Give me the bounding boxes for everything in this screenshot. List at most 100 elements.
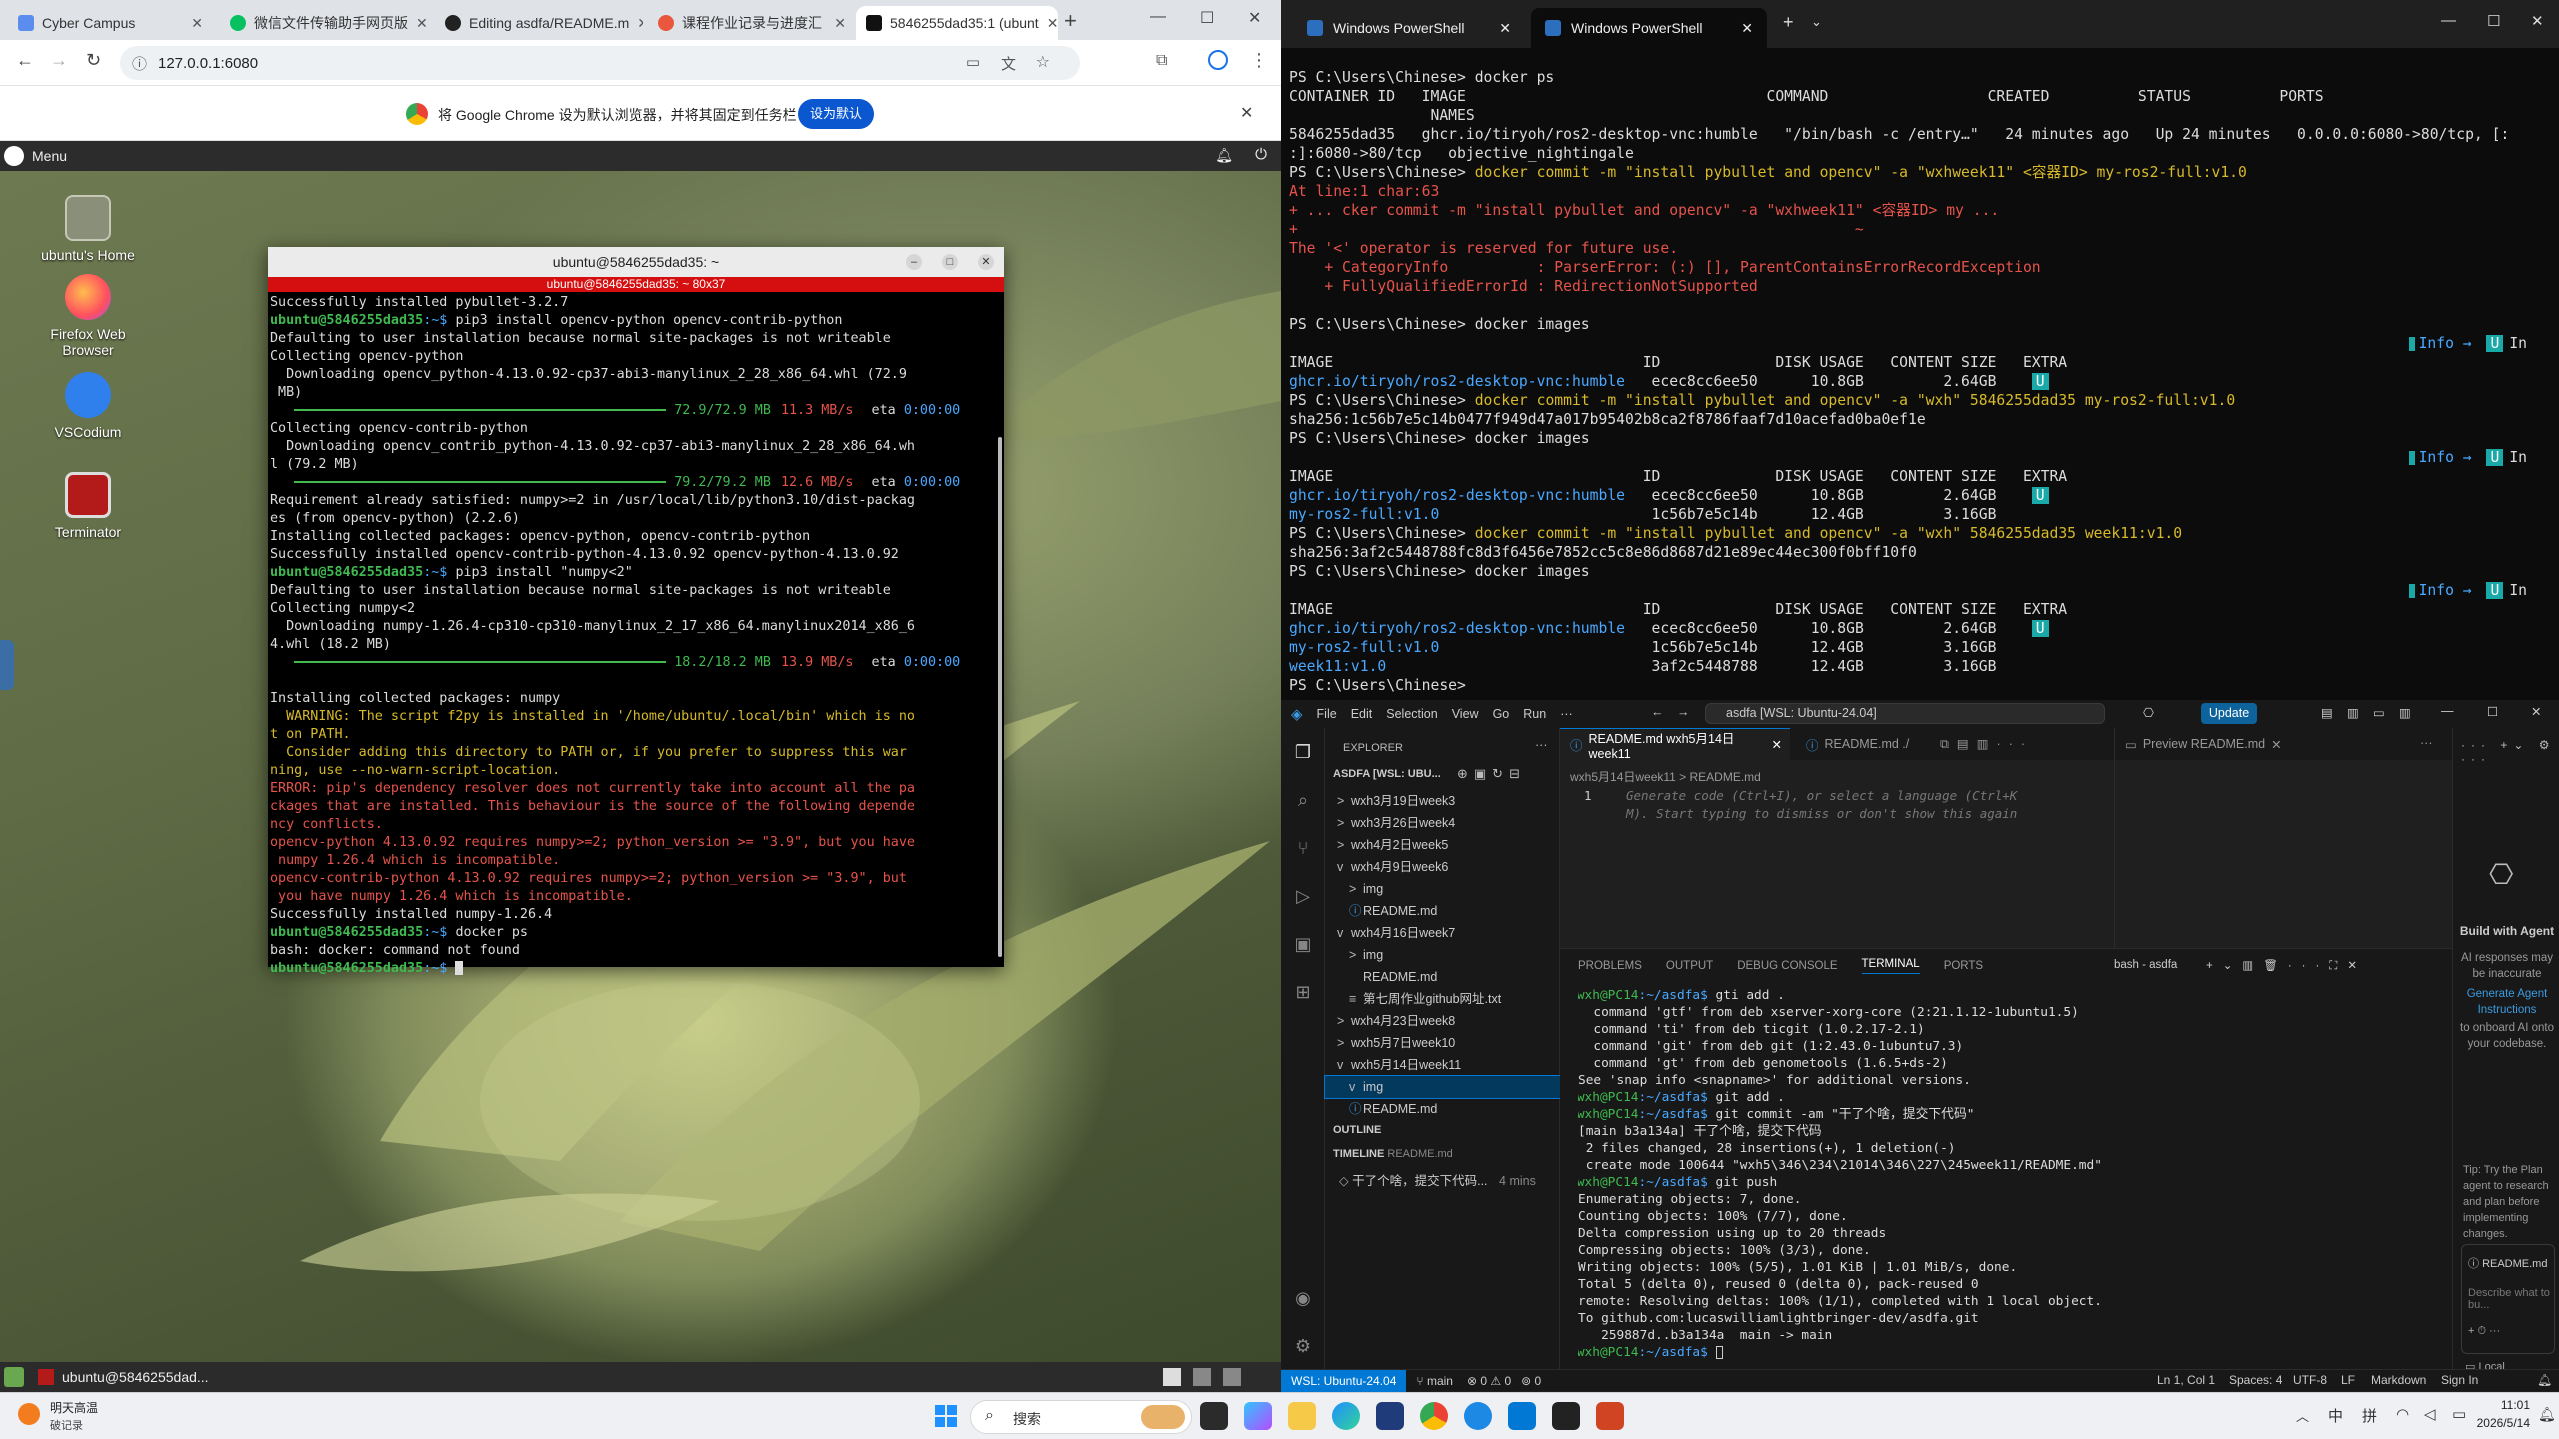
- menu-more[interactable]: ···: [1560, 707, 1573, 721]
- close-icon[interactable]: ✕: [637, 15, 643, 32]
- tab-output[interactable]: OUTPUT: [1666, 960, 1713, 972]
- close-icon[interactable]: ✕: [1741, 20, 1753, 37]
- browser-tab[interactable]: Cyber Campus ✕: [8, 6, 213, 40]
- terminal-output[interactable]: Successfully installed pybullet-3.2.7 ubu…: [268, 292, 1004, 980]
- chat-input-box[interactable]: ⓘ README.md Describe what to bu... + ⏱ ·…: [2461, 1244, 2555, 1354]
- set-default-button[interactable]: 设为默认: [798, 99, 874, 129]
- extensions-icon[interactable]: ⊞: [1292, 982, 1314, 1004]
- tab-ports[interactable]: PORTS: [1944, 960, 1983, 972]
- close-icon[interactable]: ✕: [834, 15, 846, 32]
- chrome-icon[interactable]: [1420, 1402, 1448, 1430]
- menu-file[interactable]: File: [1317, 707, 1337, 721]
- browser-tab-active[interactable]: 5846255dad35:1 (ubunt ✕: [856, 6, 1058, 40]
- close-window-button[interactable]: ✕: [2531, 704, 2541, 719]
- branch-indicator[interactable]: ⑂ main: [1416, 1374, 1453, 1388]
- settings-gear-icon[interactable]: ⚙: [1292, 1336, 1314, 1358]
- workspace-icon[interactable]: [1163, 1368, 1181, 1386]
- tab-search-icon[interactable]: ⧉: [1156, 52, 1167, 70]
- back-icon[interactable]: ←: [16, 50, 34, 71]
- powershell-tab-active[interactable]: Windows PowerShell ✕: [1531, 8, 1767, 48]
- ports-indicator[interactable]: ⊚ 0: [1521, 1374, 1541, 1388]
- file-tree-item[interactable]: ⓘREADME.md: [1325, 1098, 1560, 1120]
- taskbar-window-item[interactable]: ubuntu@5846255dad...: [62, 1369, 209, 1385]
- edge-icon[interactable]: [1332, 1402, 1360, 1430]
- menu-selection[interactable]: Selection: [1386, 707, 1437, 721]
- more-actions-icon[interactable]: ···: [1535, 738, 1548, 752]
- file-tree-item[interactable]: > wxh3月19日week3: [1325, 790, 1560, 812]
- file-explorer-icon[interactable]: [1288, 1402, 1316, 1430]
- close-window-button[interactable]: ✕: [2531, 12, 2544, 30]
- store-icon[interactable]: [1376, 1402, 1404, 1430]
- close-icon[interactable]: ✕: [1499, 20, 1511, 37]
- language-mode[interactable]: Markdown: [2371, 1373, 2426, 1387]
- powerpoint-icon[interactable]: [1596, 1402, 1624, 1430]
- timeline-entry[interactable]: ◇ 干了个啥，提交下代码... 4 mins: [1339, 1170, 1559, 1189]
- menu-view[interactable]: View: [1452, 707, 1479, 721]
- file-tree-item[interactable]: > wxh4月2日week5: [1325, 834, 1560, 856]
- timeline-section[interactable]: TIMELINE README.md: [1333, 1148, 1453, 1160]
- sign-in[interactable]: Sign In: [2441, 1373, 2478, 1387]
- desktop-icon-home[interactable]: ubuntu's Home: [28, 195, 148, 263]
- file-tree-item[interactable]: ≡ 第七周作业github网址.txt: [1325, 988, 1560, 1010]
- close-icon[interactable]: ✕: [416, 15, 428, 32]
- volume-icon[interactable]: ◁: [2424, 1405, 2436, 1423]
- file-tree-item[interactable]: > wxh5月7日week10: [1325, 1032, 1560, 1054]
- task-view-icon[interactable]: [1200, 1402, 1228, 1430]
- minimize-button[interactable]: —: [2441, 704, 2454, 718]
- powershell-tab[interactable]: Windows PowerShell ✕: [1293, 8, 1525, 48]
- maximize-button[interactable]: ☐: [2487, 704, 2498, 719]
- tab-problems[interactable]: PROBLEMS: [1578, 960, 1642, 972]
- close-window-button[interactable]: ✕: [978, 254, 994, 270]
- chat-input[interactable]: Describe what to bu...: [2468, 1287, 2554, 1311]
- file-tree-item[interactable]: > wxh3月26日week4: [1325, 812, 1560, 834]
- menu-button[interactable]: Menu: [32, 148, 67, 164]
- outline-section[interactable]: OUTLINE: [1333, 1124, 1381, 1136]
- desktop-menu-icon[interactable]: [4, 1367, 24, 1387]
- editor-tab-active[interactable]: ⓘ README.md wxh5月14日week11 ✕: [1560, 728, 1790, 761]
- account-icon[interactable]: ◉: [1292, 1288, 1314, 1310]
- desktop-icon-terminator[interactable]: Terminator: [28, 472, 148, 540]
- install-icon[interactable]: ▭: [966, 53, 980, 71]
- menu-edit[interactable]: Edit: [1351, 707, 1373, 721]
- maximize-button[interactable]: □: [942, 254, 958, 270]
- close-window-button[interactable]: ✕: [1248, 8, 1261, 28]
- sidebar-toggle-icon[interactable]: ▥: [2347, 705, 2359, 720]
- bell-icon[interactable]: 🔔︎: [1215, 147, 1233, 164]
- menu-icon[interactable]: [4, 146, 24, 166]
- weather-icon[interactable]: [18, 1403, 40, 1425]
- minimize-button[interactable]: —: [2441, 12, 2456, 29]
- terminal-icon[interactable]: [1552, 1402, 1580, 1430]
- reload-icon[interactable]: ↻: [86, 50, 101, 71]
- scrollbar[interactable]: [998, 437, 1002, 957]
- remote-indicator[interactable]: WSL: Ubuntu-24.04: [1281, 1369, 1407, 1392]
- vnc-sidebar-handle[interactable]: [0, 640, 14, 690]
- more-menu-icon[interactable]: ⋮: [1250, 50, 1268, 71]
- minimize-button[interactable]: –: [906, 254, 922, 270]
- bookmark-star-icon[interactable]: ☆: [1036, 52, 1050, 72]
- browser-tab[interactable]: 课程作业记录与进度汇 ✕: [648, 6, 856, 40]
- forward-icon[interactable]: →: [1677, 705, 1690, 719]
- chevron-down-icon[interactable]: ⌄: [1811, 14, 1822, 30]
- profile-icon[interactable]: [1208, 50, 1228, 70]
- file-tree-item[interactable]: > img: [1325, 944, 1560, 966]
- editor-tab[interactable]: ⓘ README.md ./: [1796, 728, 1926, 760]
- tray-chevron-icon[interactable]: ︿: [2296, 1406, 2309, 1425]
- powershell-output[interactable]: PS C:\Users\Chinese> docker ps CONTAINER …: [1289, 68, 2549, 695]
- file-tree-item[interactable]: v img: [1324, 1075, 1561, 1099]
- update-button[interactable]: Update: [2201, 703, 2257, 724]
- tab-terminal[interactable]: TERMINAL: [1861, 958, 1920, 974]
- integrated-terminal-output[interactable]: ● wxh@PC14:~/asdfa$ gti add . command 'g…: [1560, 983, 2452, 1365]
- app-icon[interactable]: [1464, 1402, 1492, 1430]
- copilot-icon[interactable]: ⎔: [2143, 705, 2154, 720]
- close-icon[interactable]: ✕: [191, 15, 203, 32]
- panel-toggle-icon[interactable]: ▭: [2373, 705, 2385, 720]
- explorer-icon[interactable]: ❐: [1292, 742, 1314, 764]
- desktop-icon-firefox[interactable]: Firefox Web Browser: [28, 274, 148, 358]
- notification-icon[interactable]: 🔔︎: [2538, 1406, 2556, 1423]
- file-tree-item[interactable]: v wxh4月16日week7: [1325, 922, 1560, 944]
- taskbar-search-box[interactable]: ⌕ 搜索: [970, 1400, 1192, 1434]
- problems-indicator[interactable]: ⊗ 0 ⚠ 0: [1467, 1374, 1511, 1388]
- chat-actions-icon[interactable]: ··· +⌄ ⚙ ···: [2461, 738, 2559, 766]
- wifi-icon[interactable]: ◠: [2396, 1405, 2409, 1423]
- terminal-shell-selector[interactable]: bash - asdfa: [2114, 959, 2177, 971]
